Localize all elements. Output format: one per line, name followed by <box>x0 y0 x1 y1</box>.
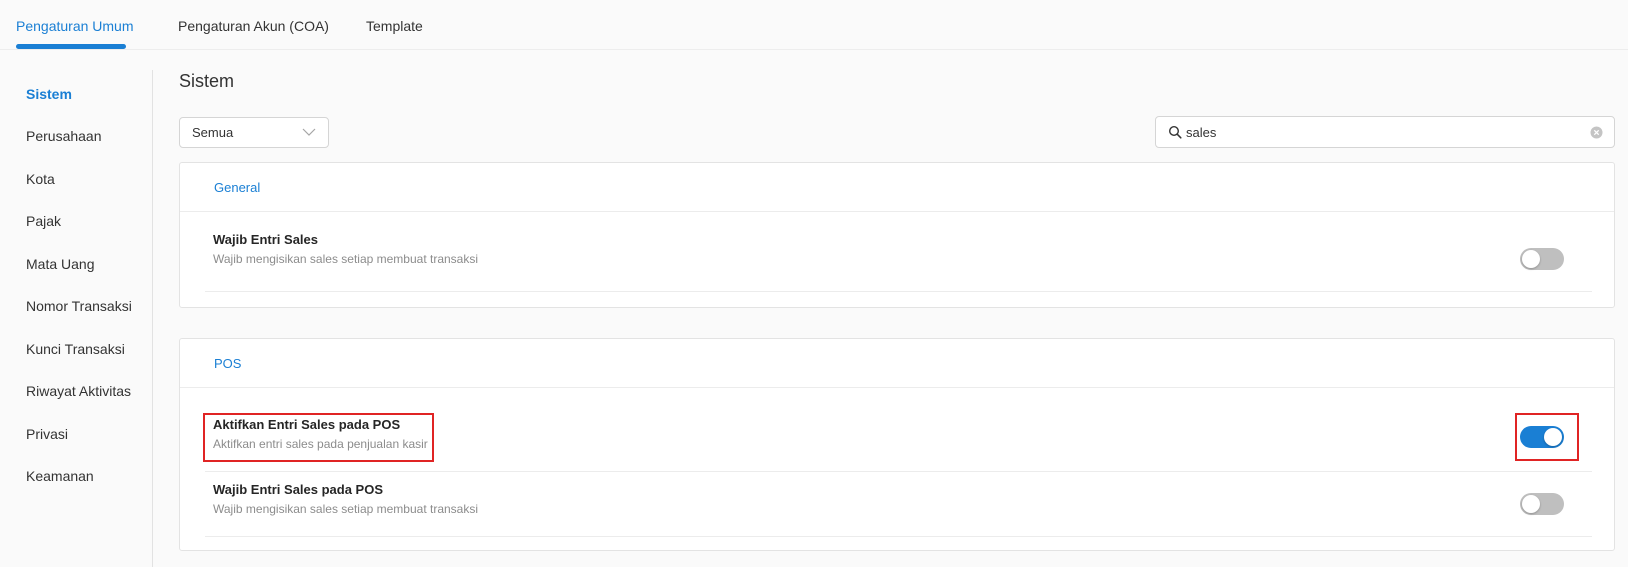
sidebar-item-mata-uang[interactable]: Mata Uang <box>26 256 94 272</box>
divider <box>180 387 1614 388</box>
sidebar-item-pajak[interactable]: Pajak <box>26 213 61 229</box>
setting-description: Wajib mengisikan sales setiap membuat tr… <box>213 252 479 266</box>
setting-row-wajib-entri-sales-pos: Wajib Entri Sales pada POS Wajib mengisi… <box>205 482 1592 524</box>
divider <box>205 291 1592 292</box>
divider <box>180 211 1614 212</box>
setting-description: Aktifkan entri sales pada penjualan kasi… <box>213 437 428 451</box>
wajib-entri-sales-pos-toggle[interactable] <box>1520 493 1564 515</box>
setting-description: Wajib mengisikan sales setiap membuat tr… <box>213 502 479 516</box>
setting-row-wajib-entri-sales: Wajib Entri Sales Wajib mengisikan sales… <box>205 232 1592 274</box>
toggle-knob <box>1522 250 1540 268</box>
toggle-knob <box>1522 495 1540 513</box>
settings-sidebar: Sistem Perusahaan Kota Pajak Mata Uang N… <box>0 70 153 567</box>
category-filter-select[interactable]: Semua <box>179 117 329 148</box>
tab-pengaturan-akun-coa[interactable]: Pengaturan Akun (COA) <box>178 18 329 34</box>
wajib-entri-sales-toggle[interactable] <box>1520 248 1564 270</box>
active-tab-indicator <box>16 44 126 49</box>
sidebar-item-kota[interactable]: Kota <box>26 171 55 187</box>
sidebar-item-perusahaan[interactable]: Perusahaan <box>26 128 102 144</box>
category-filter-value: Semua <box>192 125 234 140</box>
sidebar-item-privasi[interactable]: Privasi <box>26 426 68 442</box>
search-icon <box>1168 125 1182 139</box>
settings-section-pos: POS Aktifkan Entri Sales pada POS Aktifk… <box>179 338 1615 551</box>
settings-tab-bar: Pengaturan Umum Pengaturan Akun (COA) Te… <box>0 0 1628 50</box>
section-title: POS <box>214 356 242 371</box>
setting-title: Wajib Entri Sales pada POS <box>213 482 384 497</box>
tab-pengaturan-umum[interactable]: Pengaturan Umum <box>16 18 134 34</box>
tab-template[interactable]: Template <box>366 18 423 34</box>
search-box[interactable] <box>1155 116 1615 148</box>
divider <box>205 471 1592 472</box>
toggle-knob <box>1544 428 1562 446</box>
section-title: General <box>214 180 261 195</box>
search-input[interactable] <box>1186 122 1586 142</box>
clear-search-icon[interactable] <box>1590 126 1603 139</box>
chevron-down-icon <box>302 128 316 136</box>
settings-section-general: General Wajib Entri Sales Wajib mengisik… <box>179 162 1615 308</box>
setting-title: Aktifkan Entri Sales pada POS <box>213 417 401 432</box>
sidebar-item-sistem[interactable]: Sistem <box>26 86 72 102</box>
sidebar-item-nomor-transaksi[interactable]: Nomor Transaksi <box>26 298 132 314</box>
sidebar-item-keamanan[interactable]: Keamanan <box>26 468 94 484</box>
sidebar-item-riwayat-aktivitas[interactable]: Riwayat Aktivitas <box>26 383 131 399</box>
setting-title: Wajib Entri Sales <box>213 232 318 247</box>
sidebar-item-kunci-transaksi[interactable]: Kunci Transaksi <box>26 341 125 357</box>
page-title: Sistem <box>179 71 235 91</box>
aktifkan-entri-sales-pos-toggle[interactable] <box>1520 426 1564 448</box>
setting-row-aktifkan-entri-sales-pos: Aktifkan Entri Sales pada POS Aktifkan e… <box>205 417 1592 459</box>
divider <box>205 536 1592 537</box>
